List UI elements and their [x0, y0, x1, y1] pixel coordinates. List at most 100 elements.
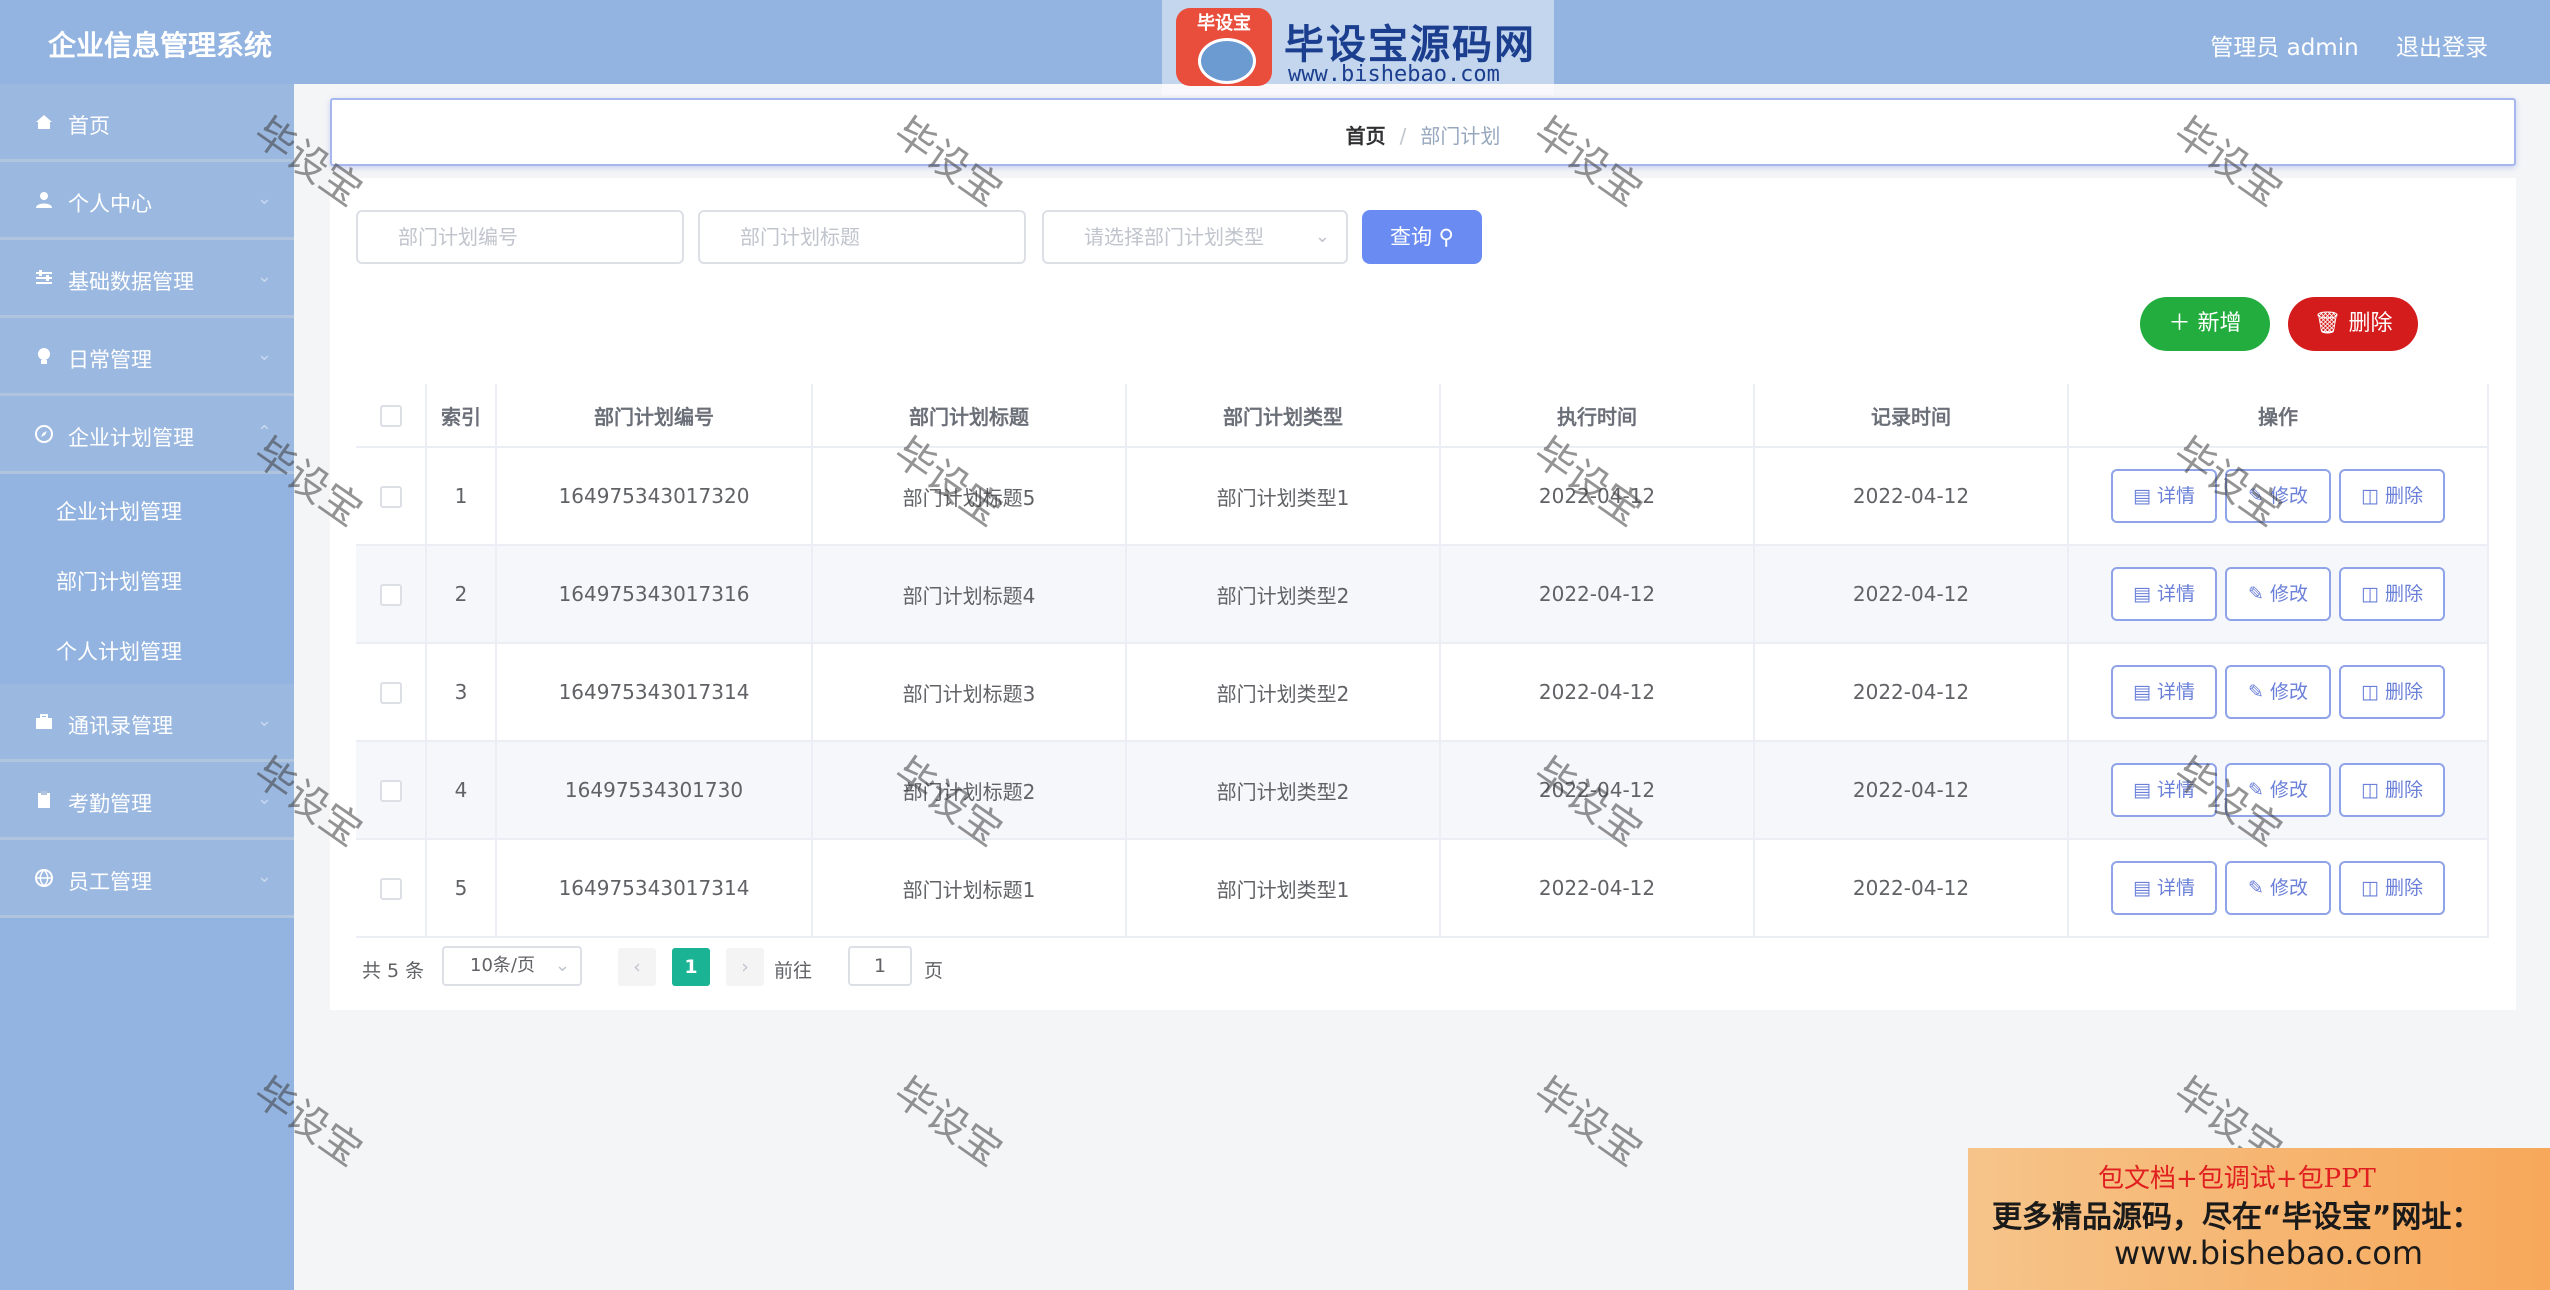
row-checkbox[interactable]	[379, 878, 402, 901]
goto-page-input[interactable]: 1	[848, 946, 912, 986]
cell-title: 部门计划标题1	[812, 839, 1127, 938]
submenu-label: 部门计划管理	[56, 570, 182, 594]
page-size-select[interactable]: 10条/页 ⌄	[442, 946, 582, 986]
cell-code: 164975343017314	[496, 839, 813, 938]
detail-label: 详情	[2156, 485, 2195, 507]
sidebar-item-label: 基础数据管理	[68, 270, 194, 294]
sidebar-item-personal[interactable]: 个人中心 ⌄	[0, 162, 294, 240]
row-checkbox[interactable]	[379, 682, 402, 705]
delete-label: 删除	[2384, 583, 2423, 605]
cell-code: 164975343017314	[496, 643, 813, 742]
chevron-right-icon: ›	[741, 956, 749, 978]
batch-delete-button[interactable]: 🗑 删除	[2288, 297, 2418, 351]
submenu-item-personal-plan[interactable]: 个人计划管理	[0, 614, 294, 684]
trash-icon: ◫	[2360, 779, 2379, 801]
search-icon: ⚲	[1438, 225, 1455, 249]
breadcrumb-home[interactable]: 首页	[1346, 124, 1386, 148]
cell-index: 3	[426, 643, 497, 742]
delete-label: 删除	[2384, 485, 2423, 507]
goto-label: 前往	[774, 960, 813, 982]
sidebar-item-daily[interactable]: 日常管理 ⌄	[0, 318, 294, 396]
row-delete-button[interactable]: ◫ 删除	[2339, 861, 2445, 915]
chevron-down-icon: ⌄	[1314, 226, 1330, 247]
cell-record-time: 2022-04-12	[1754, 447, 2069, 546]
delete-label: 删除	[2384, 877, 2423, 899]
document-icon: ▤	[2132, 877, 2151, 899]
plan-code-input[interactable]	[356, 210, 684, 264]
cell-exec-time: 2022-04-12	[1440, 839, 1755, 938]
table-row: 3 164975343017314 部门计划标题3 部门计划类型2 2022-0…	[356, 643, 2489, 742]
sidebar-item-employees[interactable]: 员工管理 ⌄	[0, 840, 294, 918]
logo-badge-text: 毕设宝	[1197, 13, 1251, 34]
detail-button[interactable]: ▤ 详情	[2111, 567, 2217, 621]
detail-button[interactable]: ▤ 详情	[2111, 469, 2217, 523]
plan-table: 索引 部门计划编号 部门计划标题 部门计划类型 执行时间 记录时间 操作 1 1…	[356, 384, 2489, 938]
column-header: 索引	[426, 384, 497, 448]
submenu-item-department-plan[interactable]: 部门计划管理	[0, 544, 294, 614]
promo-banner: 包文档+包调试+包PPT 更多精品源码，尽在“毕设宝”网址： www.bishe…	[1968, 1148, 2550, 1290]
trash-icon: ◫	[2360, 485, 2379, 507]
breadcrumb-current: 部门计划	[1420, 124, 1501, 148]
logout-link[interactable]: 退出登录	[2396, 35, 2488, 61]
row-delete-button[interactable]: ◫ 删除	[2339, 567, 2445, 621]
sidebar-item-label: 首页	[68, 114, 110, 138]
edit-button[interactable]: ✎ 修改	[2225, 469, 2331, 523]
row-delete-button[interactable]: ◫ 删除	[2339, 665, 2445, 719]
query-button[interactable]: 查询 ⚲	[1362, 210, 1482, 264]
chevron-down-icon: ⌄	[256, 788, 272, 809]
page-suffix-label: 页	[924, 960, 944, 982]
cell-record-time: 2022-04-12	[1754, 839, 2069, 938]
plan-type-select[interactable]: 请选择部门计划类型 ⌄	[1042, 210, 1348, 264]
row-delete-button[interactable]: ◫ 删除	[2339, 763, 2445, 817]
plan-title-input[interactable]	[698, 210, 1026, 264]
row-delete-button[interactable]: ◫ 删除	[2339, 469, 2445, 523]
edit-label: 修改	[2269, 681, 2308, 703]
sidebar-item-basic-data[interactable]: 基础数据管理 ⌄	[0, 240, 294, 318]
add-button-label: 新增	[2197, 311, 2242, 336]
sidebar-item-label: 企业计划管理	[68, 426, 194, 450]
detail-button[interactable]: ▤ 详情	[2111, 861, 2217, 915]
next-page-button[interactable]: ›	[726, 948, 764, 986]
total-count: 共 5 条	[362, 960, 425, 982]
chevron-left-icon: ‹	[633, 956, 641, 978]
sidebar-item-label: 通讯录管理	[68, 714, 173, 738]
cell-record-time: 2022-04-12	[1754, 545, 2069, 644]
sidebar-item-home[interactable]: 首页	[0, 84, 294, 162]
edit-button[interactable]: ✎ 修改	[2225, 861, 2331, 915]
pencil-icon: ✎	[2248, 877, 2264, 899]
cell-title: 部门计划标题3	[812, 643, 1127, 742]
edit-button[interactable]: ✎ 修改	[2225, 763, 2331, 817]
chevron-down-icon: ⌄	[256, 266, 272, 287]
row-checkbox[interactable]	[379, 584, 402, 607]
edit-button[interactable]: ✎ 修改	[2225, 567, 2331, 621]
submenu-item-enterprise-plan[interactable]: 企业计划管理	[0, 474, 294, 544]
detail-button[interactable]: ▤ 详情	[2111, 665, 2217, 719]
sidebar-item-contacts[interactable]: 通讯录管理 ⌄	[0, 684, 294, 762]
sidebar-item-attendance[interactable]: 考勤管理 ⌄	[0, 762, 294, 840]
edit-label: 修改	[2269, 877, 2308, 899]
row-checkbox[interactable]	[379, 486, 402, 509]
cell-code: 164975343017316	[496, 545, 813, 644]
sidebar-item-enterprise-plan[interactable]: 企业计划管理 ⌃	[0, 396, 294, 474]
prev-page-button[interactable]: ‹	[618, 948, 656, 986]
column-header: 部门计划编号	[496, 384, 813, 448]
sidebar-item-label: 个人中心	[68, 192, 152, 216]
pencil-icon: ✎	[2248, 485, 2264, 507]
select-all-checkbox[interactable]	[379, 405, 402, 428]
trash-icon: ◫	[2360, 877, 2379, 899]
edit-button[interactable]: ✎ 修改	[2225, 665, 2331, 719]
add-button[interactable]: ＋ 新增	[2140, 297, 2270, 351]
page-number-current[interactable]: 1	[672, 948, 710, 986]
submenu-plan: 企业计划管理 部门计划管理 个人计划管理	[0, 474, 294, 684]
cell-index: 1	[426, 447, 497, 546]
cell-exec-time: 2022-04-12	[1440, 447, 1755, 546]
document-icon: ▤	[2132, 681, 2151, 703]
mascot-icon	[1198, 38, 1256, 84]
detail-button[interactable]: ▤ 详情	[2111, 763, 2217, 817]
chevron-down-icon: ⌄	[554, 955, 570, 976]
pencil-icon: ✎	[2248, 779, 2264, 801]
cell-exec-time: 2022-04-12	[1440, 741, 1755, 840]
row-checkbox[interactable]	[379, 780, 402, 803]
delete-label: 删除	[2384, 779, 2423, 801]
cell-code: 16497534301730	[496, 741, 813, 840]
